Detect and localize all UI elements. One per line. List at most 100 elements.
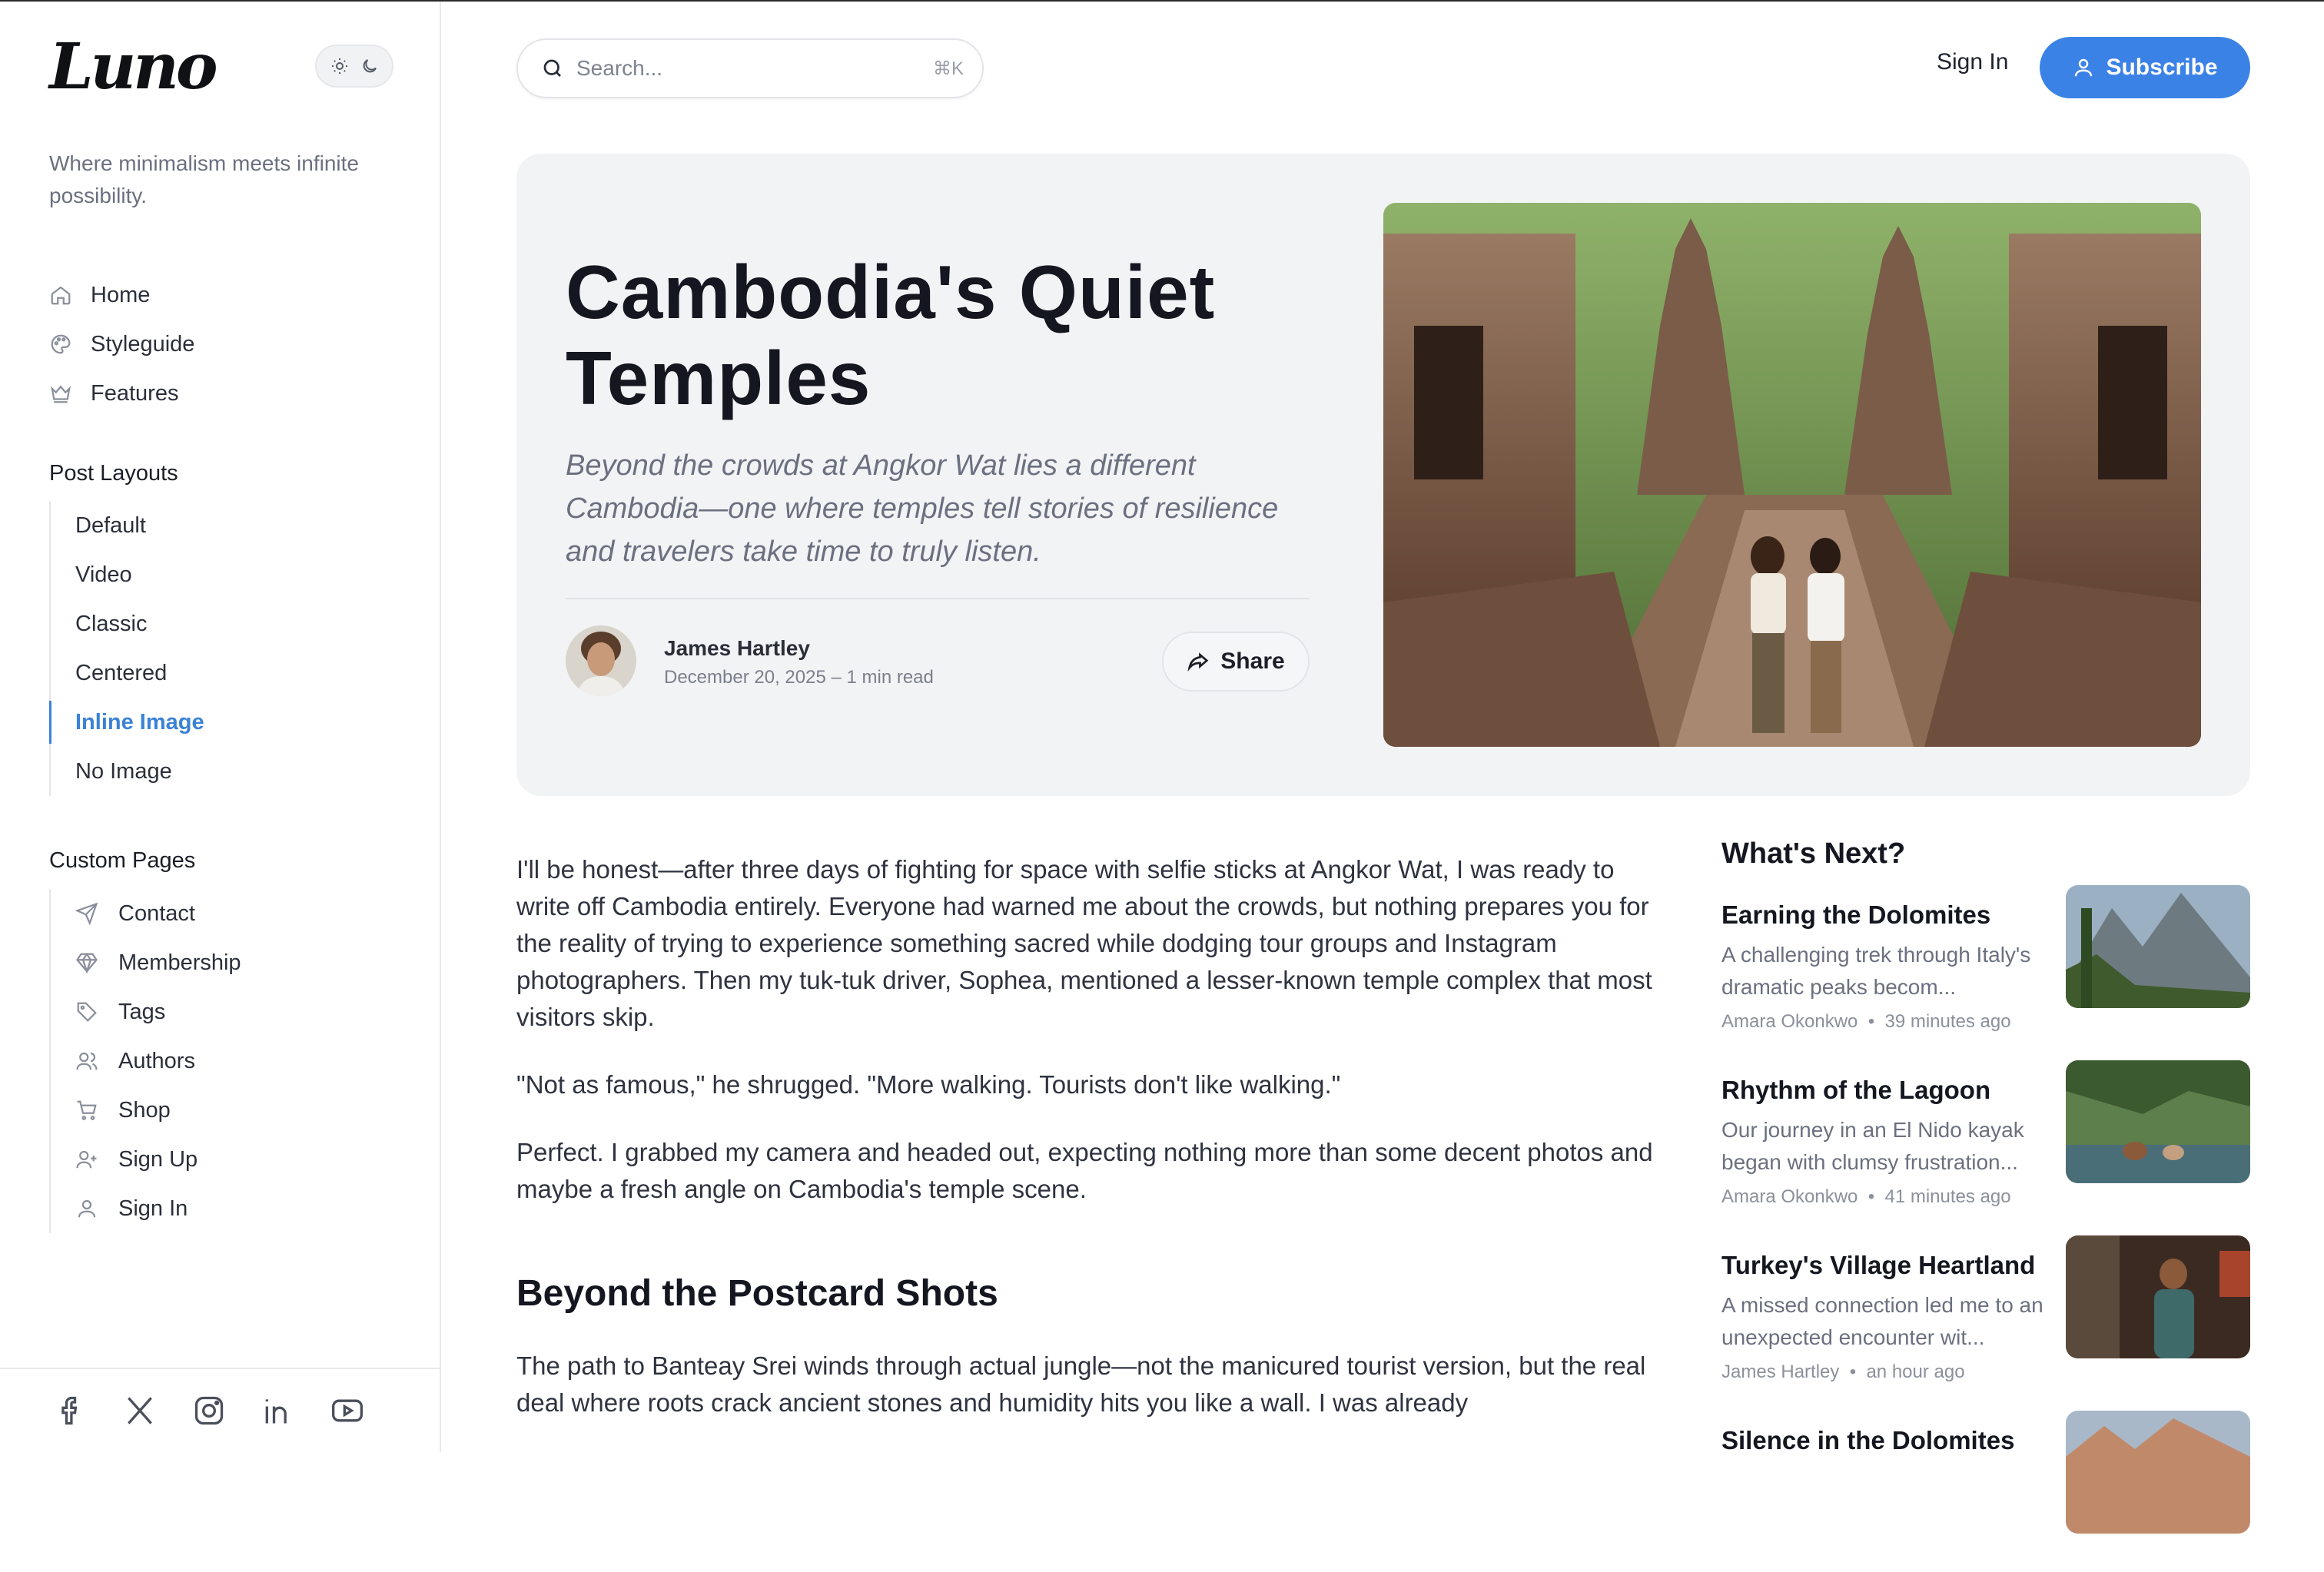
page-item-shop[interactable]: Shop [51, 1086, 403, 1135]
author-avatar[interactable] [566, 625, 636, 696]
share-label: Share [1220, 648, 1285, 674]
palette-icon [51, 334, 71, 354]
related-post-author: Amara Okonkwo [1721, 1186, 1858, 1207]
sidebar: Luno Where minimalism meets infinite pos… [0, 2, 441, 1452]
search-shortcut: ⌘K [932, 58, 964, 79]
page-item-label: Sign In [118, 1196, 188, 1221]
article-paragraph: "Not as famous," he shrugged. "More walk… [516, 1070, 1341, 1099]
hero-divider [566, 598, 1310, 599]
related-post-title[interactable]: Rhythm of the Lagoon [1721, 1076, 2060, 1105]
article-paragraph: The path to Banteay Srei winds through a… [516, 1351, 1646, 1417]
page-item-label: Membership [118, 950, 241, 975]
page-item-sign-up[interactable]: Sign Up [51, 1135, 403, 1184]
related-post-meta: Amara Okonkwo • 41 minutes ago [1721, 1186, 2011, 1208]
search-input[interactable]: Search... [576, 56, 921, 81]
page-item-label: Contact [118, 900, 195, 926]
related-post-excerpt: A missed connection led me to an unexpec… [1721, 1293, 2043, 1349]
nav-item-styleguide[interactable]: Styleguide [49, 320, 403, 369]
nav-item-label: Features [91, 380, 179, 406]
layout-item-default[interactable]: Default [51, 501, 403, 550]
users-icon [76, 1052, 98, 1070]
subscribe-button[interactable]: Subscribe [2040, 37, 2250, 98]
related-post-author: James Hartley [1721, 1361, 1840, 1382]
page-item-contact[interactable]: Contact [51, 889, 403, 938]
diamond-icon [76, 952, 98, 974]
layout-item-classic[interactable]: Classic [51, 599, 403, 648]
related-post-card[interactable]: Silence in the Dolomites [1721, 1411, 2250, 1572]
related-post-excerpt: Our journey in an El Nido kayak began wi… [1721, 1118, 2024, 1174]
layout-item-inline-image[interactable]: Inline Image [49, 698, 403, 747]
logo[interactable]: Luno [49, 32, 218, 101]
post-layouts-list: Default Video Classic Centered Inline Im… [49, 501, 403, 796]
subscribe-label: Subscribe [2106, 55, 2218, 80]
nav-item-home[interactable]: Home [49, 270, 403, 320]
layout-item-no-image[interactable]: No Image [51, 747, 403, 796]
related-post-card[interactable]: Turkey's Village Heartland A missed conn… [1721, 1235, 2250, 1397]
theme-toggle[interactable] [315, 45, 393, 88]
article-paragraph: I'll be honest—after three days of fight… [516, 855, 1652, 1031]
custom-pages-title: Custom Pages [49, 848, 196, 873]
nav-item-label: Home [91, 282, 151, 307]
meta-separator: • [1844, 1361, 1867, 1382]
layout-item-centered[interactable]: Centered [51, 648, 403, 698]
moon-icon[interactable] [358, 55, 381, 78]
share-button[interactable]: Share [1162, 632, 1310, 691]
sign-in-link[interactable]: Sign In [1937, 49, 2008, 75]
page-item-tags[interactable]: Tags [51, 987, 403, 1036]
page-item-label: Tags [118, 999, 166, 1024]
related-post-time: an hour ago [1866, 1361, 1965, 1382]
logo-row: Luno [49, 32, 393, 101]
hero-card: Cambodia's Quiet Temples Beyond the crow… [516, 154, 2250, 796]
page-item-sign-in[interactable]: Sign In [51, 1184, 403, 1233]
post-excerpt: Beyond the crowds at Angkor Wat lies a d… [566, 449, 1279, 568]
main-nav: Home Styleguide Features [49, 270, 403, 418]
article-paragraph: Perfect. I grabbed my camera and headed … [516, 1138, 1653, 1203]
nav-item-label: Styleguide [91, 331, 195, 357]
cart-icon [77, 1100, 97, 1120]
article-heading: Beyond the Postcard Shots [516, 1273, 998, 1314]
meta-separator: • [1863, 1011, 1885, 1032]
related-post-author: Amara Okonkwo [1721, 1011, 1858, 1032]
post-title: Cambodia's Quiet Temples [566, 250, 1216, 420]
article-body: I'll be honest—after three days of fight… [516, 851, 1654, 1452]
instagram-icon[interactable] [192, 1394, 226, 1428]
related-post-card[interactable]: Rhythm of the Lagoon Our journey in an E… [1721, 1060, 2250, 1222]
sun-icon[interactable] [328, 55, 351, 78]
social-links [0, 1368, 440, 1452]
related-post-thumbnail[interactable] [2066, 1235, 2250, 1358]
related-post-time: 39 minutes ago [1884, 1011, 2011, 1032]
page-item-authors[interactable]: Authors [51, 1036, 403, 1086]
related-post-meta: James Hartley • an hour ago [1721, 1361, 1965, 1383]
tagline: Where minimalism meets infinite possibil… [49, 151, 359, 207]
nav-item-features[interactable]: Features [49, 369, 403, 418]
x-icon[interactable] [123, 1394, 157, 1428]
related-post-thumbnail[interactable] [2066, 1060, 2250, 1183]
related-post-time: 41 minutes ago [1884, 1186, 2011, 1207]
page-item-label: Sign Up [118, 1146, 198, 1172]
author-name[interactable]: James Hartley [664, 636, 810, 661]
page-item-label: Authors [118, 1048, 195, 1073]
related-post-card[interactable]: Earning the Dolomites A challenging trek… [1721, 885, 2250, 1046]
custom-pages-list: Contact Membership Tags Authors Shop Sig… [49, 889, 403, 1233]
crown-icon [50, 385, 71, 403]
home-icon [51, 286, 71, 305]
user-icon [78, 1199, 96, 1218]
linkedin-icon[interactable] [261, 1394, 295, 1428]
related-post-thumbnail[interactable] [2066, 1411, 2250, 1534]
search-icon [543, 59, 561, 77]
related-post-title[interactable]: Silence in the Dolomites [1721, 1426, 2060, 1455]
related-post-title[interactable]: Earning the Dolomites [1721, 900, 2060, 930]
hero-image [1383, 203, 2201, 747]
related-post-excerpt: A challenging trek through Italy's drama… [1721, 943, 2031, 999]
search-box[interactable]: Search... ⌘K [516, 38, 984, 98]
send-icon [75, 902, 98, 925]
facebook-icon[interactable] [54, 1394, 88, 1428]
post-layouts-title: Post Layouts [49, 461, 178, 486]
related-post-meta: Amara Okonkwo • 39 minutes ago [1721, 1011, 2011, 1033]
page-item-membership[interactable]: Membership [51, 938, 403, 987]
youtube-icon[interactable] [330, 1394, 364, 1428]
related-post-title[interactable]: Turkey's Village Heartland [1721, 1251, 2060, 1280]
layout-item-video[interactable]: Video [51, 550, 403, 599]
related-post-thumbnail[interactable] [2066, 885, 2250, 1008]
user-icon [2075, 58, 2093, 77]
